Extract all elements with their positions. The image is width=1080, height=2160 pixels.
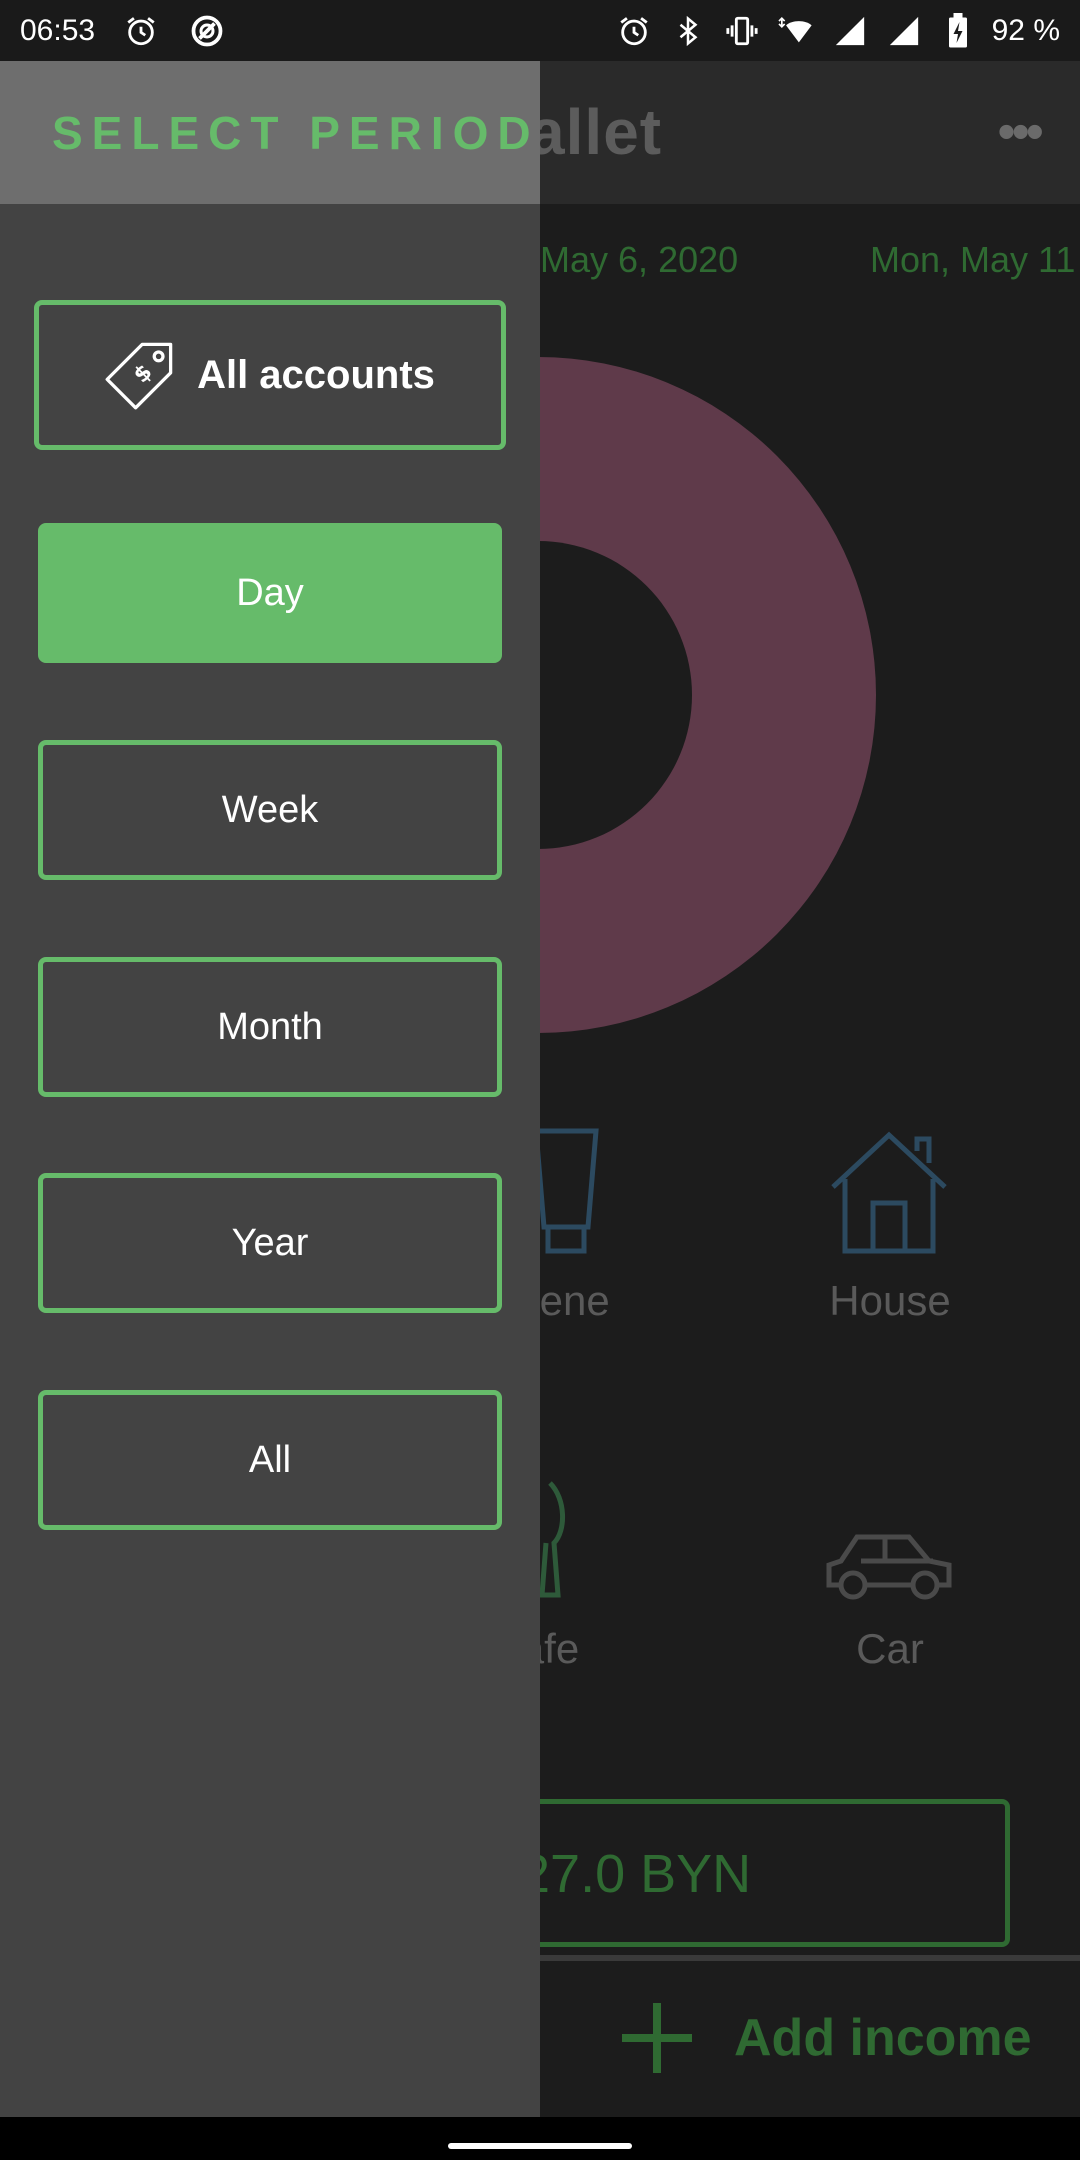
drawer-header: SELECT PERIOD [0,61,540,204]
signal-icon [830,11,870,51]
price-tag-icon: $ [105,342,173,410]
period-option-label: Month [217,1005,323,1048]
car-icon [740,1475,1040,1605]
balance-amount: 27.0 BYN [520,1844,752,1904]
category-house[interactable]: House [740,1127,1040,1325]
alarm-icon [614,11,654,51]
signal-icon [884,11,924,51]
status-bar: 06:53 92 % [0,0,1080,61]
category-label: Car [856,1625,924,1672]
all-accounts-label: All accounts [197,352,435,397]
period-end-date[interactable]: Mon, May 11 [870,239,1075,281]
add-income-label: Add income [734,2009,1032,2067]
house-icon [740,1127,1040,1257]
period-option-label: Year [231,1221,309,1264]
period-option-all[interactable]: All [38,1390,502,1530]
battery-percent: 92 % [991,13,1060,47]
category-car[interactable]: Car [740,1475,1040,1673]
period-option-label: Week [221,788,319,831]
add-income-button[interactable]: Add income [620,2001,1032,2075]
period-option-day[interactable]: Day [38,523,502,663]
navigation-bar [0,2117,1080,2160]
wifi-icon [776,11,816,51]
more-options-icon[interactable]: ••• [997,106,1044,158]
period-option-year[interactable]: Year [38,1173,502,1313]
drawer-title: SELECT PERIOD [52,106,540,159]
period-drawer: SELECT PERIOD $ All accounts Day Week Mo… [0,61,540,2117]
bluetooth-icon [668,11,708,51]
all-accounts-button[interactable]: $ All accounts [34,300,506,450]
alarm-icon [121,11,161,51]
period-option-week[interactable]: Week [38,740,502,880]
data-saver-icon [187,11,227,51]
home-gesture-handle[interactable] [448,2143,632,2149]
vibrate-icon [722,11,762,51]
plus-icon [622,2003,692,2073]
period-option-label: All [248,1438,292,1481]
status-time: 06:53 [20,13,96,47]
svg-text:$: $ [129,360,157,388]
category-label: House [829,1277,951,1324]
period-option-month[interactable]: Month [38,957,502,1097]
battery-charging-icon [938,11,978,51]
period-option-label: Day [236,571,304,614]
